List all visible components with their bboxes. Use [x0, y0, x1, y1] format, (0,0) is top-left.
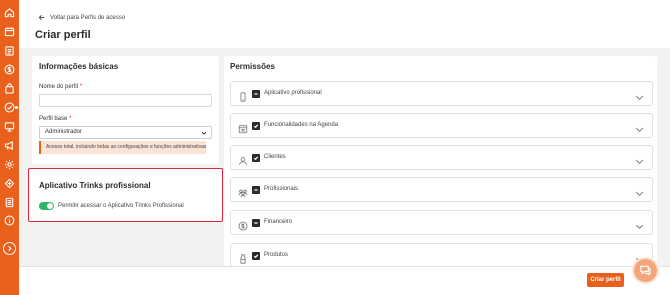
permission-checkbox[interactable] — [252, 186, 260, 194]
permission-label: Aplicativo profissional — [264, 90, 322, 96]
sidebar — [0, 0, 19, 295]
page-title: Criar perfil — [35, 29, 91, 41]
chevron-down-icon[interactable] — [635, 185, 644, 196]
page-footer — [19, 266, 670, 295]
base-profile-select[interactable]: Administrador — [39, 126, 212, 139]
base-profile-value: Administrador — [45, 129, 83, 135]
back-link[interactable]: Voltar para Perfis de acesso — [38, 14, 125, 21]
app-access-title: Aplicativo Trinks profissional — [39, 181, 151, 190]
permission-checkbox[interactable] — [252, 154, 260, 162]
clipboard-icon[interactable] — [4, 45, 15, 56]
permission-row-agenda[interactable]: Funcionalidades na Agenda — [230, 113, 653, 138]
gear-icon[interactable] — [4, 159, 15, 170]
arrow-left-icon — [38, 15, 45, 20]
app-access-card: Aplicativo Trinks profissional Permitir … — [28, 168, 223, 222]
permission-row-financial[interactable]: Financeiro — [230, 210, 653, 235]
permission-checkbox[interactable] — [252, 252, 260, 260]
permission-label: Funcionalidades na Agenda — [264, 122, 339, 128]
puzzle-icon[interactable] — [4, 178, 15, 189]
chat-button[interactable] — [632, 257, 659, 284]
team-icon — [238, 185, 248, 198]
chevron-down-icon — [201, 131, 207, 135]
chevron-right-icon — [8, 245, 12, 252]
home-icon[interactable] — [4, 7, 15, 18]
check-circle-icon[interactable] — [4, 102, 15, 113]
calendar-icon — [238, 121, 248, 134]
chevron-down-icon[interactable] — [635, 218, 644, 229]
active-indicator — [15, 106, 18, 109]
base-profile-label: Perfil base * — [39, 116, 72, 122]
app-access-toggle-label: Permitir acessar o Aplicativo Trinks Pro… — [58, 203, 184, 209]
dollar-icon[interactable] — [4, 64, 15, 75]
permission-row-app[interactable]: Aplicativo profissional — [230, 81, 653, 106]
profile-name-input[interactable] — [39, 94, 212, 107]
bag-icon[interactable] — [4, 83, 15, 94]
permission-label: Produtos — [264, 252, 289, 258]
calendar-icon[interactable] — [4, 26, 15, 37]
permissions-card: Permissões Aplicativo profissional Funci… — [224, 56, 657, 268]
permission-checkbox[interactable] — [252, 219, 260, 227]
permission-checkbox[interactable] — [252, 90, 260, 98]
basic-info-title: Informações básicas — [39, 62, 119, 71]
dollar-icon — [238, 218, 248, 231]
bottle-icon — [238, 251, 248, 264]
tv-icon[interactable] — [4, 121, 15, 132]
permission-row-clients[interactable]: Clientes — [230, 145, 653, 170]
create-profile-button[interactable]: Criar perfil — [587, 273, 624, 287]
permission-label: Profissionais — [264, 186, 299, 192]
permission-label: Financeiro — [264, 219, 293, 225]
phone-icon — [238, 89, 248, 102]
user-icon — [238, 153, 248, 166]
page-header: Voltar para Perfis de acesso Criar perfi… — [19, 0, 670, 48]
basic-info-card: Informações básicas Nome do perfil * Per… — [32, 56, 219, 164]
chevron-down-icon[interactable] — [635, 153, 644, 164]
chevron-down-icon[interactable] — [635, 121, 644, 132]
expand-sidebar-button[interactable] — [3, 242, 16, 255]
document-icon[interactable] — [4, 197, 15, 208]
permission-row-products[interactable]: Produtos — [230, 243, 653, 268]
info-icon[interactable] — [4, 215, 15, 226]
chevron-down-icon[interactable] — [635, 89, 644, 100]
megaphone-icon[interactable] — [4, 140, 15, 151]
app-access-toggle[interactable] — [39, 202, 54, 210]
base-profile-warning: Acesso total, incluindo todas as configu… — [39, 141, 206, 154]
permission-label: Clientes — [264, 154, 286, 160]
profile-name-label: Nome do perfil * — [39, 84, 83, 90]
permissions-title: Permissões — [230, 62, 275, 71]
chat-icon — [640, 265, 651, 276]
back-link-label: Voltar para Perfis de acesso — [50, 14, 126, 21]
permission-row-professionals[interactable]: Profissionais — [230, 177, 653, 202]
permission-checkbox[interactable] — [252, 122, 260, 130]
